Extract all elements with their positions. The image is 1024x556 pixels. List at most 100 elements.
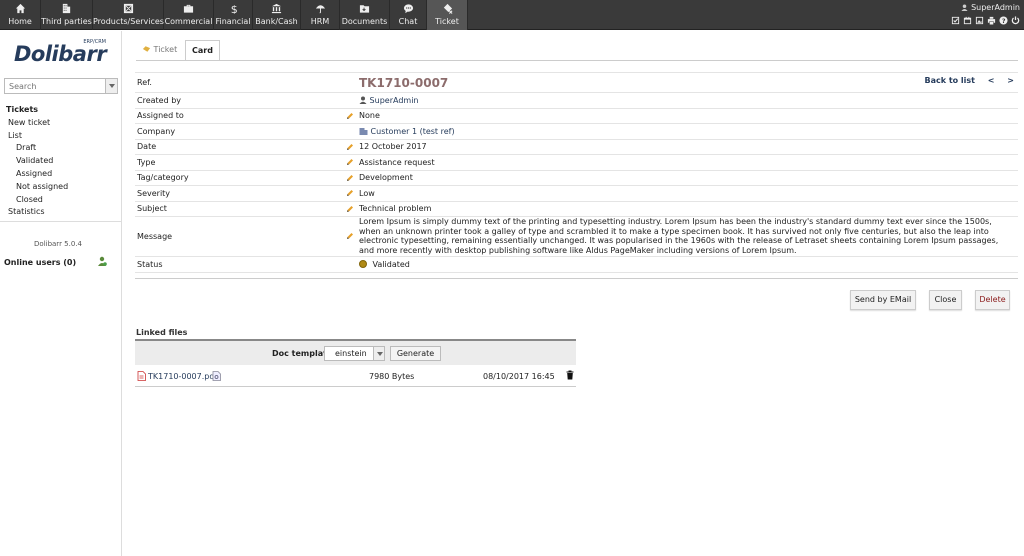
- online-user-icon: [97, 256, 107, 266]
- tab-underline: [136, 60, 1018, 61]
- menu-validated[interactable]: Validated: [0, 155, 122, 168]
- top-menu-products-services[interactable]: Products/Services: [93, 0, 164, 30]
- file-date: 08/10/2017 16:45: [483, 372, 555, 381]
- print-icon[interactable]: [987, 16, 996, 25]
- menu-draft[interactable]: Draft: [0, 142, 122, 155]
- menu-list[interactable]: List: [0, 130, 122, 143]
- left-sidebar: ERP/CRM Dolibarr Tickets New ticket List…: [0, 31, 122, 556]
- ticket-icon: [427, 3, 467, 15]
- created-by-link[interactable]: SuperAdmin: [370, 96, 419, 105]
- status-value: Validated: [372, 259, 410, 269]
- home-icon: [0, 3, 40, 15]
- row-message: Message Lorem Ipsum is simply dummy text…: [135, 216, 1018, 257]
- row-created-by: Created by SuperAdmin: [135, 92, 1018, 108]
- next-record-link[interactable]: >: [1007, 76, 1014, 85]
- trash-icon[interactable]: [566, 370, 574, 380]
- menu-not-assigned[interactable]: Not assigned: [0, 181, 122, 194]
- linked-files-header: Doc template einstein Generate: [135, 339, 576, 365]
- user-icon: [961, 4, 968, 11]
- row-assigned-to: Assigned to None: [135, 107, 1018, 124]
- generate-button[interactable]: Generate: [390, 346, 441, 361]
- chat-icon: [390, 3, 426, 15]
- linked-files-title: Linked files: [136, 328, 188, 337]
- current-user[interactable]: SuperAdmin: [961, 3, 1020, 12]
- chevron-down-icon[interactable]: [373, 347, 384, 360]
- row-ref: Ref. TK1710-0007 Back to list < >: [135, 72, 1018, 93]
- top-menu-hrm[interactable]: HRM: [301, 0, 340, 30]
- folder-icon: [340, 3, 389, 15]
- send-email-button[interactable]: Send by EMail: [850, 290, 916, 310]
- search-box[interactable]: [4, 78, 118, 94]
- umbrella-icon: [301, 3, 339, 15]
- dolibarr-logo[interactable]: ERP/CRM Dolibarr: [14, 39, 108, 67]
- row-severity: Severity Low: [135, 185, 1018, 201]
- top-menu-financial[interactable]: $ Financial: [214, 0, 253, 30]
- status-validated-icon: [359, 259, 367, 268]
- ticket-tab-icon: [142, 41, 151, 52]
- logout-icon[interactable]: [1011, 16, 1020, 25]
- row-date: Date 12 October 2017: [135, 138, 1018, 155]
- file-name-link[interactable]: TK1710-0007.pdf: [148, 372, 217, 381]
- menu-new-ticket[interactable]: New ticket: [0, 117, 122, 130]
- help-icon[interactable]: ?: [999, 16, 1008, 25]
- row-subject: Subject Technical problem: [135, 200, 1018, 217]
- file-preview-icon[interactable]: [212, 371, 221, 381]
- edit-pencil-icon[interactable]: [343, 216, 357, 257]
- tab-ticket[interactable]: Ticket: [136, 40, 183, 61]
- svg-text:$: $: [230, 3, 237, 14]
- left-menu: Tickets New ticket List Draft Validated …: [0, 104, 122, 223]
- file-size: 7980 Bytes: [369, 372, 415, 381]
- linked-file-row: TK1710-0007.pdf 7980 Bytes 08/10/2017 16…: [135, 366, 576, 387]
- row-tag-category: Tag/category Development: [135, 169, 1018, 186]
- calendar-icon[interactable]: [963, 16, 972, 25]
- version-label: Dolibarr 5.0.4: [34, 240, 82, 248]
- top-menu-documents[interactable]: Documents: [340, 0, 390, 30]
- message-text: Lorem Ipsum is simply dummy text of the …: [357, 216, 1018, 257]
- company-icon: [359, 127, 368, 135]
- top-menu-bank-cash[interactable]: Bank/Cash: [253, 0, 301, 30]
- separator: [135, 278, 1018, 279]
- briefcase-icon: [164, 3, 213, 15]
- menu-tickets[interactable]: Tickets: [0, 104, 122, 117]
- back-to-list-link[interactable]: Back to list: [924, 76, 975, 85]
- top-menu-ticket[interactable]: Ticket: [427, 0, 468, 30]
- search-dropdown-icon[interactable]: [105, 79, 117, 93]
- edit-pencil-icon[interactable]: [343, 185, 357, 201]
- checklist-icon[interactable]: [951, 16, 960, 25]
- menu-assigned[interactable]: Assigned: [0, 168, 122, 181]
- top-menu-chat[interactable]: Chat: [390, 0, 427, 30]
- building-icon: [41, 3, 92, 15]
- top-menu-third-parties[interactable]: Third parties: [41, 0, 93, 30]
- top-menu-commercial[interactable]: Commercial: [164, 0, 214, 30]
- doc-template-select[interactable]: einstein: [324, 346, 385, 361]
- online-users-label: Online users (0): [4, 258, 77, 267]
- row-status: Status Validated: [135, 255, 1018, 273]
- edit-pencil-icon[interactable]: [343, 200, 357, 217]
- ticket-ref: TK1710-0007: [359, 75, 449, 90]
- bank-icon: [253, 3, 300, 15]
- menu-statistics[interactable]: Statistics: [0, 206, 122, 219]
- edit-pencil-icon[interactable]: [343, 169, 357, 186]
- company-link[interactable]: Customer 1 (test ref): [371, 127, 455, 136]
- delete-button[interactable]: Delete: [975, 290, 1010, 310]
- top-menu-home[interactable]: Home: [0, 0, 41, 30]
- row-company: Company Customer 1 (test ref): [135, 123, 1018, 139]
- pdf-file-icon: [137, 371, 146, 381]
- edit-pencil-icon[interactable]: [343, 138, 357, 155]
- tab-card[interactable]: Card: [185, 40, 220, 61]
- menu-closed[interactable]: Closed: [0, 194, 122, 207]
- box-icon: [93, 3, 163, 15]
- dollar-icon: $: [214, 3, 252, 15]
- prev-record-link[interactable]: <: [988, 76, 995, 85]
- image-icon[interactable]: [975, 16, 984, 25]
- edit-pencil-icon[interactable]: [343, 107, 357, 124]
- svg-text:?: ?: [1002, 18, 1006, 25]
- close-button[interactable]: Close: [929, 290, 962, 310]
- top-tools: ?: [951, 16, 1020, 25]
- search-input[interactable]: [5, 79, 103, 93]
- user-icon: [359, 96, 367, 104]
- ticket-details-table: Ref. TK1710-0007 Back to list < > Create…: [135, 72, 1018, 273]
- row-type: Type Assistance request: [135, 154, 1018, 170]
- top-menu-bar: Home Third parties Products/Services Com…: [0, 0, 1024, 30]
- edit-pencil-icon[interactable]: [343, 154, 357, 170]
